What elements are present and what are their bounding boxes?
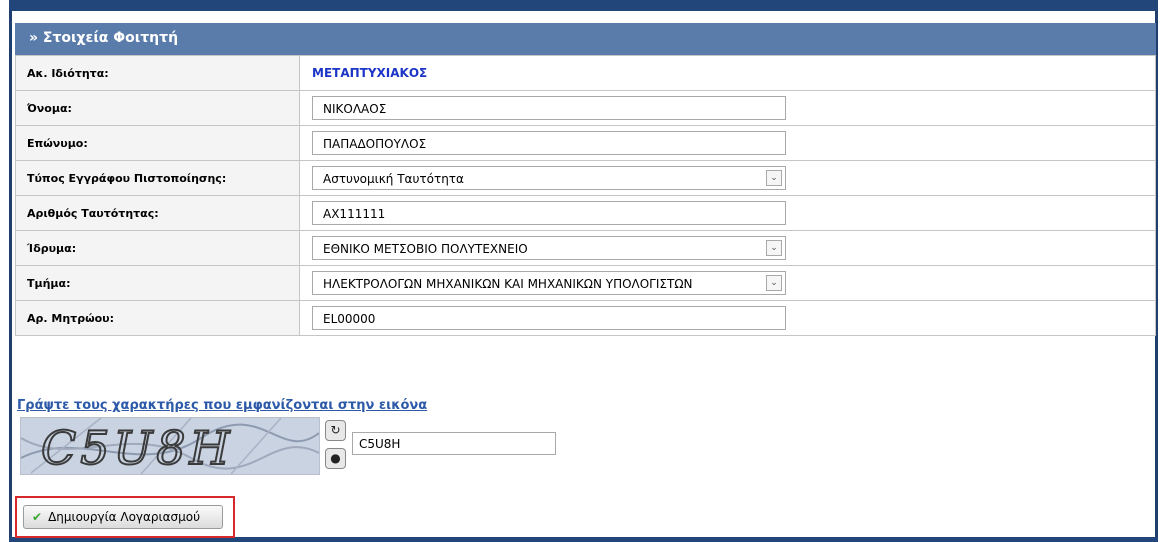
department-value: ΗΛΕΚΤΡΟΛΟΓΩΝ ΜΗΧΑΝΙΚΩΝ ΚΑΙ ΜΗΧΑΝΙΚΩΝ ΥΠΟ… (323, 277, 693, 291)
captcha-instruction-link[interactable]: Γράψτε τους χαρακτήρες που εμφανίζονται … (17, 398, 427, 413)
audio-icon[interactable]: ● (325, 448, 346, 469)
institution-select[interactable]: ΕΘΝΙΚΟ ΜΕΤΣΟΒΙΟ ΠΟΛΥΤΕΧΝΕΙΟ ⌄ (312, 236, 786, 260)
department-label: Τμήμα: (15, 265, 300, 301)
refresh-icon[interactable]: ↻ (325, 420, 346, 441)
captcha-input[interactable]: C5U8H (352, 432, 556, 455)
form-row-department: Τμήμα: ΗΛΕΚΤΡΟΛΟΓΩΝ ΜΗΧΑΝΙΚΩΝ ΚΑΙ ΜΗΧΑΝΙ… (15, 265, 1156, 301)
chevron-down-icon[interactable]: ⌄ (766, 170, 782, 186)
top-frame-bar (9, 0, 1158, 11)
form-row-last-name: Επώνυμο: ΠΑΠΑΔΟΠΟΥΛΟΣ (15, 125, 1156, 161)
form-row-institution: Ίδρυμα: ΕΘΝΙΚΟ ΜΕΤΣΟΒΙΟ ΠΟΛΥΤΕΧΝΕΙΟ ⌄ (15, 230, 1156, 266)
captcha-image: C5U8H (20, 417, 320, 475)
form-row-first-name: Όνομα: ΝΙΚΟΛΑΟΣ (15, 90, 1156, 126)
registry-input[interactable]: EL00000 (312, 306, 786, 330)
id-number-input[interactable]: ΑΧ111111 (312, 201, 786, 225)
checkmark-icon: ✔ (32, 510, 43, 524)
last-name-input[interactable]: ΠΑΠΑΔΟΠΟΥΛΟΣ (312, 131, 786, 155)
registry-label: Αρ. Μητρώου: (15, 300, 300, 336)
form-row-doc-type: Τύπος Εγγράφου Πιστοποίησης: Αστυνομική … (15, 160, 1156, 196)
doc-type-label: Τύπος Εγγράφου Πιστοποίησης: (15, 160, 300, 196)
form-row-id-number: Αριθμός Ταυτότητας: ΑΧ111111 (15, 195, 1156, 231)
ak-value: ΜΕΤΑΠΤΥΧΙΑΚΟΣ (312, 66, 428, 80)
doc-type-select[interactable]: Αστυνομική Ταυτότητα ⌄ (312, 166, 786, 190)
institution-label: Ίδρυμα: (15, 230, 300, 266)
form-row-ak: Ακ. Ιδιότητα: ΜΕΤΑΠΤΥΧΙΑΚΟΣ (15, 55, 1156, 91)
doc-type-value: Αστυνομική Ταυτότητα (323, 172, 464, 186)
panel-title: » Στοιχεία Φοιτητή (15, 23, 1156, 55)
form-row-registry: Αρ. Μητρώου: EL00000 (15, 300, 1156, 336)
create-account-button[interactable]: ✔ Δημιουργία Λογαριασμού (23, 505, 223, 529)
chevron-down-icon[interactable]: ⌄ (766, 240, 782, 256)
department-select[interactable]: ΗΛΕΚΤΡΟΛΟΓΩΝ ΜΗΧΑΝΙΚΩΝ ΚΑΙ ΜΗΧΑΝΙΚΩΝ ΥΠΟ… (312, 271, 786, 295)
student-details-form: Ακ. Ιδιότητα: ΜΕΤΑΠΤΥΧΙΑΚΟΣ Όνομα: ΝΙΚΟΛ… (15, 55, 1156, 336)
first-name-label: Όνομα: (15, 90, 300, 126)
captcha-noise: C5U8H (21, 418, 319, 474)
first-name-input[interactable]: ΝΙΚΟΛΑΟΣ (312, 96, 786, 120)
create-account-highlight: ✔ Δημιουργία Λογαριασμού (15, 496, 235, 538)
captcha-text: C5U8H (41, 421, 234, 474)
create-account-label: Δημιουργία Λογαριασμού (48, 510, 201, 524)
id-number-label: Αριθμός Ταυτότητας: (15, 195, 300, 231)
chevron-down-icon[interactable]: ⌄ (766, 275, 782, 291)
last-name-label: Επώνυμο: (15, 125, 300, 161)
ak-label: Ακ. Ιδιότητα: (15, 55, 300, 91)
institution-value: ΕΘΝΙΚΟ ΜΕΤΣΟΒΙΟ ΠΟΛΥΤΕΧΝΕΙΟ (323, 242, 528, 256)
